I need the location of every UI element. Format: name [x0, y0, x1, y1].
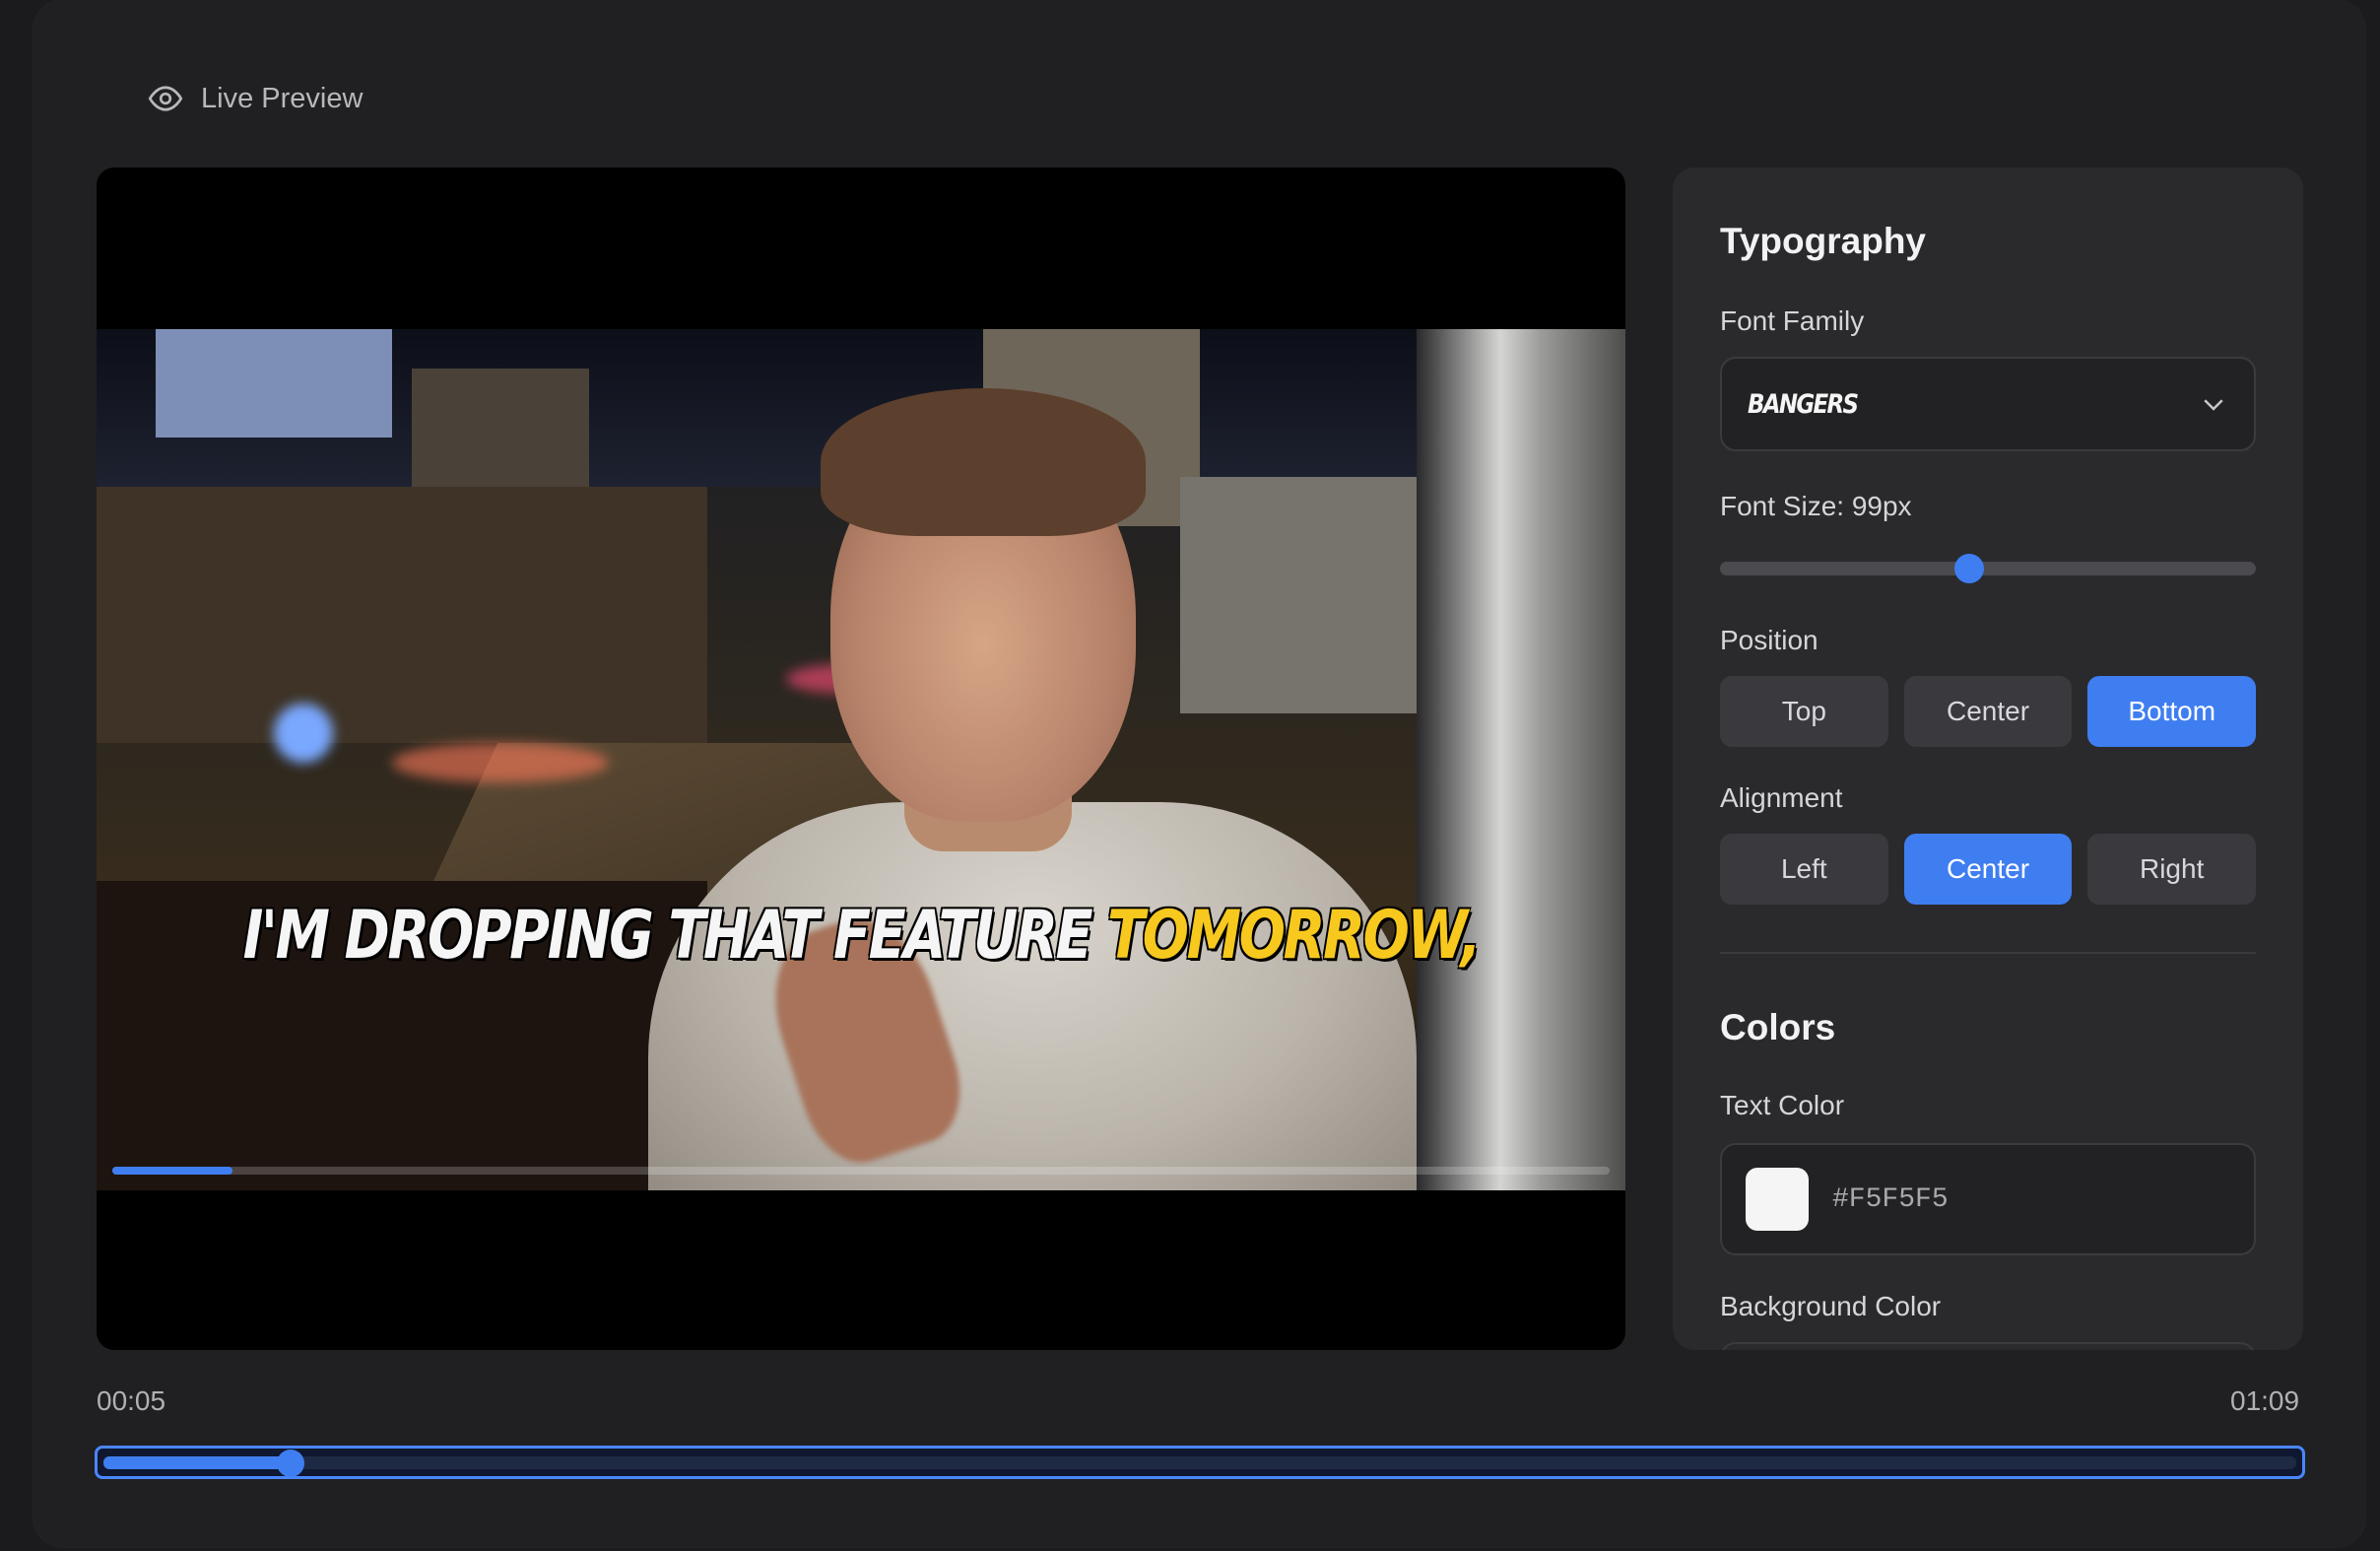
caption-text: I'M DROPPING THAT FEATURE	[242, 897, 1108, 975]
alignment-left-button[interactable]: Left	[1720, 834, 1888, 905]
colors-heading: Colors	[1720, 1007, 1836, 1047]
text-color-hex: #F5F5F5	[1832, 1183, 1949, 1215]
video-frame	[97, 329, 1625, 1190]
position-label: Position	[1720, 625, 1818, 655]
alignment-label: Alignment	[1720, 782, 1843, 813]
font-family-label: Font Family	[1720, 305, 1865, 336]
timeline-scrubber[interactable]	[95, 1446, 2305, 1479]
eye-icon	[148, 86, 183, 111]
video-preview[interactable]: I'M DROPPING THAT FEATURE TOMORROW,	[97, 168, 1625, 1350]
text-color-label: Text Color	[1720, 1090, 1845, 1120]
position-bottom-button[interactable]: Bottom	[2087, 676, 2257, 747]
section-divider	[1720, 952, 2256, 954]
position-segmented-control: Top Center Bottom	[1720, 676, 2257, 747]
live-preview-header: Live Preview	[148, 81, 363, 116]
video-progress-bar[interactable]	[112, 1167, 1610, 1175]
caption-highlight-word: TOMORROW,	[1107, 897, 1482, 975]
typography-heading: Typography	[1720, 221, 1926, 261]
total-time: 01:09	[2230, 1385, 2300, 1416]
font-family-value: BANGERS	[1748, 388, 1859, 420]
text-color-field[interactable]: #F5F5F5	[1720, 1143, 2256, 1255]
text-color-swatch[interactable]	[1746, 1168, 1809, 1231]
timeline-progress-fill	[103, 1456, 291, 1469]
background-color-field[interactable]	[1720, 1342, 2256, 1350]
alignment-center-button[interactable]: Center	[1903, 834, 2073, 905]
timeline-track	[103, 1456, 2296, 1469]
chevron-down-icon	[2204, 399, 2223, 411]
current-time: 00:05	[97, 1385, 166, 1416]
font-size-slider-knob[interactable]	[1954, 554, 1984, 583]
position-center-button[interactable]: Center	[1903, 676, 2073, 747]
video-progress-fill	[112, 1167, 232, 1175]
font-family-select[interactable]: BANGERS	[1720, 357, 2256, 451]
font-size-label: Font Size: 99px	[1720, 491, 1912, 521]
timeline-playhead[interactable]	[277, 1450, 304, 1477]
live-preview-title: Live Preview	[201, 82, 364, 114]
caption-overlay: I'M DROPPING THAT FEATURE TOMORROW,	[234, 897, 1488, 975]
position-top-button[interactable]: Top	[1720, 676, 1888, 747]
alignment-segmented-control: Left Center Right	[1720, 834, 2257, 905]
background-color-label: Background Color	[1720, 1291, 1942, 1321]
settings-panel: Typography Font Family BANGERS Font Size…	[1673, 168, 2303, 1350]
alignment-right-button[interactable]: Right	[2087, 834, 2257, 905]
font-size-slider[interactable]	[1720, 554, 2256, 583]
